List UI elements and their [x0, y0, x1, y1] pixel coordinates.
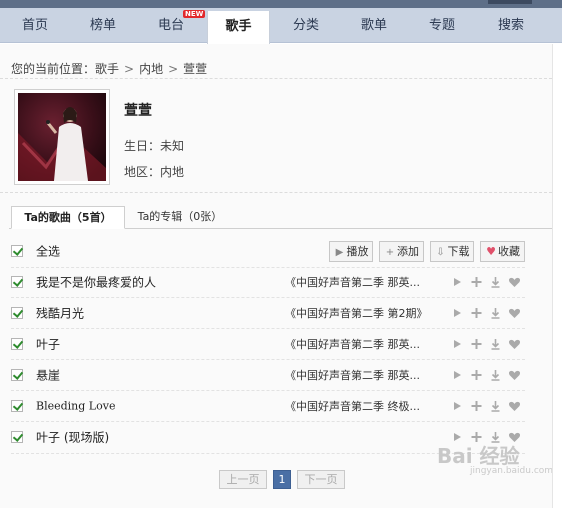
- watermark-url: jingyan.baidu.com: [470, 466, 554, 476]
- nav-item-search[interactable]: 搜索: [476, 8, 546, 43]
- add-button-label: 添加: [397, 245, 419, 258]
- watermark-logo: Bai 经验: [437, 444, 520, 468]
- favorite-button[interactable]: ♥ 收藏: [480, 241, 525, 262]
- top-strip: [0, 0, 562, 8]
- song-album[interactable]: 《中国好声音第二季 终极...: [285, 398, 420, 414]
- song-row: 悬崖 《中国好声音第二季 那英...: [11, 360, 525, 390]
- artist-photo-image: [18, 93, 106, 181]
- song-actions: [450, 367, 525, 383]
- download-icon: ⇩: [436, 247, 445, 258]
- heart-icon[interactable]: [507, 305, 522, 321]
- heart-icon: ♥: [486, 245, 496, 258]
- breadcrumb-region[interactable]: 内地: [139, 62, 163, 76]
- song-row: Bleeding Love 《中国好声音第二季 终极...: [11, 391, 525, 421]
- heart-icon[interactable]: [507, 336, 522, 352]
- song-actions: [450, 336, 525, 352]
- nav-item-topics[interactable]: 专题: [408, 8, 476, 43]
- heart-icon[interactable]: [507, 274, 522, 290]
- breadcrumb-separator: >: [168, 62, 179, 76]
- song-album[interactable]: 《中国好声音第二季 那英...: [285, 336, 420, 352]
- download-button-label: 下载: [447, 245, 470, 258]
- play-icon[interactable]: [450, 398, 465, 414]
- song-album[interactable]: 《中国好声音第二季 第2期》: [285, 305, 428, 321]
- top-strip-accent: [488, 0, 532, 4]
- song-row: 我是不是你最疼爱的人 《中国好声音第二季 那英...: [11, 267, 525, 297]
- song-title[interactable]: 叶子 (现场版): [36, 429, 109, 446]
- select-all-label[interactable]: 全选: [36, 243, 60, 260]
- heart-icon[interactable]: [507, 367, 522, 383]
- song-album[interactable]: 《中国好声音第二季 那英...: [285, 274, 420, 290]
- song-checkbox[interactable]: [11, 431, 23, 443]
- add-icon[interactable]: [469, 367, 484, 383]
- nav-item-charts[interactable]: 榜单: [70, 8, 136, 43]
- download-button[interactable]: ⇩ 下载: [430, 241, 474, 262]
- song-title[interactable]: 我是不是你最疼爱的人: [36, 274, 156, 291]
- divider: [0, 192, 552, 193]
- artist-photo: [14, 89, 110, 185]
- nav-item-singers[interactable]: 歌手: [207, 11, 270, 44]
- scrollbar-track[interactable]: [552, 44, 562, 508]
- song-row: 残酷月光 《中国好声音第二季 第2期》: [11, 298, 525, 328]
- song-title[interactable]: 叶子: [36, 336, 60, 353]
- download-icon[interactable]: [488, 398, 503, 414]
- song-album[interactable]: 《中国好声音第二季 那英...: [285, 367, 420, 383]
- divider: [0, 78, 552, 79]
- tab-albums[interactable]: Ta的专辑（0张）: [128, 206, 232, 229]
- breadcrumb: 您的当前位置：歌手 > 内地 > 萱萱: [11, 60, 207, 77]
- song-title[interactable]: Bleeding Love: [36, 400, 115, 413]
- play-icon[interactable]: [450, 305, 465, 321]
- plus-icon: +: [385, 247, 395, 258]
- favorite-button-label: 收藏: [498, 245, 520, 258]
- add-icon[interactable]: [469, 398, 484, 414]
- artist-birthday: 生日：未知: [124, 139, 185, 153]
- breadcrumb-artist: 萱萱: [183, 62, 208, 76]
- song-title[interactable]: 悬崖: [36, 367, 60, 384]
- nav-item-categories[interactable]: 分类: [272, 8, 340, 43]
- play-button-label: 播放: [346, 245, 369, 258]
- add-button[interactable]: + 添加: [379, 241, 424, 262]
- nav-item-playlists[interactable]: 歌单: [340, 8, 408, 43]
- add-icon[interactable]: [469, 305, 484, 321]
- download-icon[interactable]: [488, 367, 503, 383]
- play-icon[interactable]: [450, 367, 465, 383]
- song-checkbox[interactable]: [11, 276, 23, 288]
- download-icon[interactable]: [488, 305, 503, 321]
- select-all-checkbox[interactable]: [11, 245, 23, 257]
- content-area: 您的当前位置：歌手 > 内地 > 萱萱 萱萱 生日：未知 地区：内地 Ta的歌曲（5: [0, 44, 562, 508]
- song-actions: [450, 305, 525, 321]
- tab-songs[interactable]: Ta的歌曲（5首）: [11, 206, 125, 229]
- next-page-button[interactable]: 下一页: [297, 470, 345, 489]
- breadcrumb-separator: >: [124, 62, 135, 76]
- download-icon[interactable]: [488, 336, 503, 352]
- heart-icon[interactable]: [507, 398, 522, 414]
- breadcrumb-prefix: 您的当前位置：: [11, 62, 96, 76]
- page-number-current[interactable]: 1: [273, 470, 291, 489]
- song-actions: [450, 398, 525, 414]
- artist-region: 地区：内地: [124, 165, 185, 179]
- add-icon[interactable]: [469, 336, 484, 352]
- song-checkbox[interactable]: [11, 369, 23, 381]
- song-checkbox[interactable]: [11, 400, 23, 412]
- play-icon: ▶: [335, 247, 344, 258]
- add-icon[interactable]: [469, 274, 484, 290]
- play-button[interactable]: ▶ 播放: [329, 241, 373, 262]
- nav-item-home[interactable]: 首页: [0, 8, 70, 43]
- song-checkbox[interactable]: [11, 307, 23, 319]
- play-icon[interactable]: [450, 336, 465, 352]
- new-badge: NEW: [183, 10, 206, 18]
- main-nav: 首页 榜单 电台 NEW 歌手 分类 歌单 专题 搜索: [0, 8, 562, 44]
- artist-name: 萱萱: [124, 103, 152, 119]
- song-actions: [450, 274, 525, 290]
- play-icon[interactable]: [450, 274, 465, 290]
- song-title[interactable]: 残酷月光: [36, 305, 84, 322]
- breadcrumb-singers[interactable]: 歌手: [95, 62, 119, 76]
- song-row: 叶子 《中国好声音第二季 那英...: [11, 329, 525, 359]
- song-checkbox[interactable]: [11, 338, 23, 350]
- prev-page-button[interactable]: 上一页: [219, 470, 267, 489]
- download-icon[interactable]: [488, 274, 503, 290]
